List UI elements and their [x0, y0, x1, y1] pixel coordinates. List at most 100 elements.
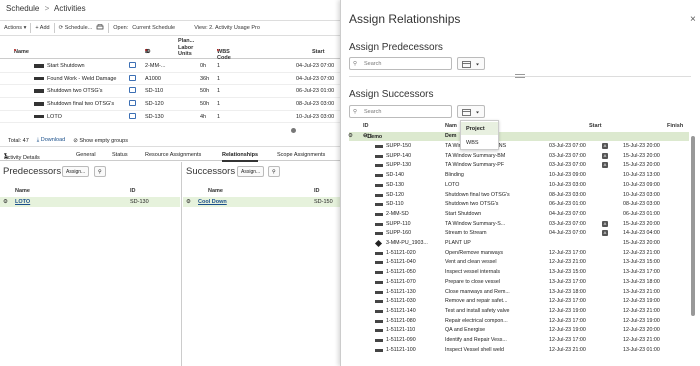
predecessors-assign-button[interactable]: Assign...	[62, 166, 90, 177]
successor-name: Remove and repair safet...	[445, 298, 508, 305]
table-row[interactable]: 1-51121-030 Remove and repair safet... 12-…	[349, 297, 689, 306]
activities-page: Schedule > Activities Actions ▾ + Add ⟳ …	[0, 0, 340, 366]
breadcrumb-schedule[interactable]: Schedule	[6, 4, 39, 13]
pane-divider	[181, 162, 182, 366]
scroll-thumb[interactable]	[291, 128, 296, 133]
table-row[interactable]: 1-51121-050 Inspect vessel internals 13-Ju…	[349, 268, 689, 277]
group-row[interactable]: ⚙ ⊖ ⛶ Demo Dem	[348, 132, 689, 141]
tab-relationships[interactable]: Relationships	[222, 152, 259, 162]
predecessors-view-button[interactable]	[457, 57, 485, 70]
table-row[interactable]: 1-51121-130 Close manways and Rem... 13-Ju…	[349, 288, 689, 297]
table-row[interactable]: 1-51121-040 Vent and clean vessel 12-Jul-2…	[349, 258, 689, 267]
table-row[interactable]: Shutdown two OTSG's SD-110 50h 1 06-Jul-23 0…	[0, 85, 340, 98]
table-row[interactable]: Found Work - Weld Damage A1000 36h 1 04-Jul-…	[0, 73, 340, 86]
open-select[interactable]: Current Schedule	[132, 25, 190, 31]
predecessor-id: SD-130	[130, 199, 149, 205]
table-row[interactable]: 1-51121-080 Repair electrical compon... 12…	[349, 317, 689, 326]
activity-name[interactable]: Shutdown final two OTSG's	[47, 101, 114, 107]
predecessors-search-button[interactable]: ⚲	[94, 166, 106, 177]
activity-bar-icon	[375, 145, 383, 148]
vertical-scrollbar[interactable]	[691, 136, 695, 316]
notes-icon[interactable]	[129, 74, 136, 81]
notes-icon[interactable]	[129, 62, 136, 68]
predecessor-row[interactable]: ⚙ LOTO SD-130	[0, 197, 180, 207]
activity-name[interactable]: Shutdown two OTSG's	[47, 88, 102, 94]
col-id[interactable]: ID	[363, 123, 369, 129]
tab-status[interactable]: Status	[112, 152, 128, 158]
table-row[interactable]: SUPP-140 TA Window Summary-BM 03-Jul-23 07…	[349, 152, 689, 161]
tab-resource-assignments[interactable]: Resource Assignments	[145, 152, 201, 158]
table-row[interactable]: SUPP-150TA Window Summary-INS03-Jul-23 0…	[349, 142, 689, 151]
successor-start: 06-Jul-23 01:00	[549, 201, 586, 208]
table-row[interactable]: SD-110 Shutdown two OTSG's 06-Jul-23 01:00…	[349, 200, 689, 209]
activity-name[interactable]: LOTO	[47, 114, 62, 120]
table-row[interactable]: 1-51121-140 Test and install safety valve…	[349, 307, 689, 316]
table-row[interactable]: SD-120 Shutdown final two OTSG's 08-Jul-23…	[349, 191, 689, 200]
print-icon[interactable]	[96, 23, 104, 33]
row-settings-icon[interactable]: ⚙	[3, 199, 8, 205]
successors-search-button[interactable]: ⚲	[268, 166, 280, 177]
successor-row[interactable]: ⚙ Cool Down SD-150	[183, 197, 340, 207]
schedule-button[interactable]: ⟳ Schedule...	[59, 25, 93, 31]
table-row[interactable]: 1-51121-100 Inspect Vessel shell weld 12-J…	[349, 346, 689, 355]
col-start[interactable]: Start	[312, 49, 325, 55]
resize-handle[interactable]	[515, 74, 525, 78]
predecessors-search-input[interactable]: ⚲ Search	[349, 57, 452, 70]
successor-finish: 15-Jul-23 20:00	[623, 220, 660, 227]
table-row[interactable]: Start Shutdown 2-MM-... 0h 1 04-Jul-23 07:00	[0, 60, 340, 73]
successor-name: PLANT UP	[445, 240, 471, 246]
activity-name[interactable]: Start Shutdown	[47, 63, 85, 69]
table-row[interactable]: SUPP-160 Stream to Stream 04-Jul-23 07:00 A…	[349, 229, 689, 238]
successors-view-button[interactable]	[457, 105, 485, 118]
show-empty-groups-toggle[interactable]: ⊘ Show empty groups	[73, 138, 128, 144]
col-finish[interactable]: Finish	[667, 123, 683, 129]
table-row[interactable]: SUPP-130 TA Window Summary-PF 03-Jul-23 07…	[349, 161, 689, 170]
tab-scope-assignments[interactable]: Scope Assignments	[277, 152, 325, 158]
table-row[interactable]: 1-51121-070 Prepare to close vessel 13-Jul…	[349, 278, 689, 287]
wbs-code: 1	[217, 101, 221, 108]
table-row[interactable]: 1-51121-110 QA and Energise 12-Jul-23 19:0…	[349, 326, 689, 335]
activity-details-menu[interactable]: ⊖ Activity Details ▾	[4, 152, 40, 161]
table-row[interactable]: SD-140 Blinding 10-Jul-23 09:00 10-Jul-23 1…	[349, 171, 689, 180]
table-row[interactable]: 1-51121-020 Open/Remove manways 12-Jul-23 …	[349, 249, 689, 258]
table-row[interactable]: 3-MM-PU_1903... PLANT UP 15-Jul-23 20:00	[349, 239, 689, 248]
menu-item-project[interactable]: Project	[461, 122, 498, 135]
activity-bar-icon	[375, 271, 383, 275]
row-settings-icon[interactable]: ⚙	[348, 133, 353, 139]
row-settings-icon[interactable]: ⚙	[186, 199, 191, 205]
table-row[interactable]: SD-130 LOTO 10-Jul-23 03:00 10-Jul-23 09:00	[349, 181, 689, 190]
predecessor-name[interactable]: LOTO	[15, 199, 30, 205]
col-id[interactable]: ID * ⇅	[145, 49, 151, 55]
col-start[interactable]: Start	[589, 123, 602, 129]
successor-id: SUPP-160	[386, 230, 412, 237]
successors-table-header: ID Nam Start Finish	[349, 122, 691, 132]
notes-icon[interactable]	[129, 112, 136, 119]
col-planned-labor-units[interactable]: Plan... Labor Units	[178, 38, 194, 58]
table-row[interactable]: Shutdown final two OTSG's SD-120 50h 1 08-Ju…	[0, 98, 340, 111]
menu-item-wbs[interactable]: WBS	[461, 136, 498, 149]
table-row[interactable]: 1-51121-090 Identify and Repair Vess... 12…	[349, 336, 689, 345]
view-select[interactable]: View: 2. Activity Usage Pro	[194, 25, 260, 31]
successors-search-input[interactable]: ⚲ Search	[349, 105, 452, 118]
predecessors-title: Predecessors	[3, 166, 62, 177]
tab-general[interactable]: General	[76, 152, 96, 158]
successors-assign-button[interactable]: Assign...	[237, 166, 265, 177]
table-row[interactable]: LOTO SD-130 4h 1 10-Jul-23 03:00	[0, 111, 340, 124]
table-row[interactable]: SUPP-110 TA Window Summary-S... 03-Jul-23 …	[349, 220, 689, 229]
horizontal-scrollbar[interactable]	[0, 128, 340, 134]
activity-name[interactable]: Found Work - Weld Damage	[47, 76, 117, 82]
successor-start: 12-Jul-23 17:00	[549, 337, 586, 343]
close-icon[interactable]: ×	[690, 14, 696, 25]
group-name: Dem	[445, 133, 457, 139]
notes-icon[interactable]	[129, 87, 136, 94]
successor-id: SUPP-110	[386, 220, 411, 227]
download-link[interactable]: ⤓ Download	[37, 137, 65, 144]
actions-menu[interactable]: Actions ▾	[4, 25, 26, 31]
add-button[interactable]: + Add	[35, 25, 49, 31]
table-row[interactable]: 2-MM-SD Start Shutdown 04-Jul-23 07:00 06-J…	[349, 210, 689, 219]
col-name[interactable]: Nam	[445, 123, 457, 129]
group-id[interactable]: ⊖ ⛶ Demo	[363, 133, 382, 140]
successor-id: 1-51121-020	[386, 249, 416, 256]
notes-icon[interactable]	[129, 100, 136, 107]
successor-name[interactable]: Cool Down	[198, 199, 227, 205]
